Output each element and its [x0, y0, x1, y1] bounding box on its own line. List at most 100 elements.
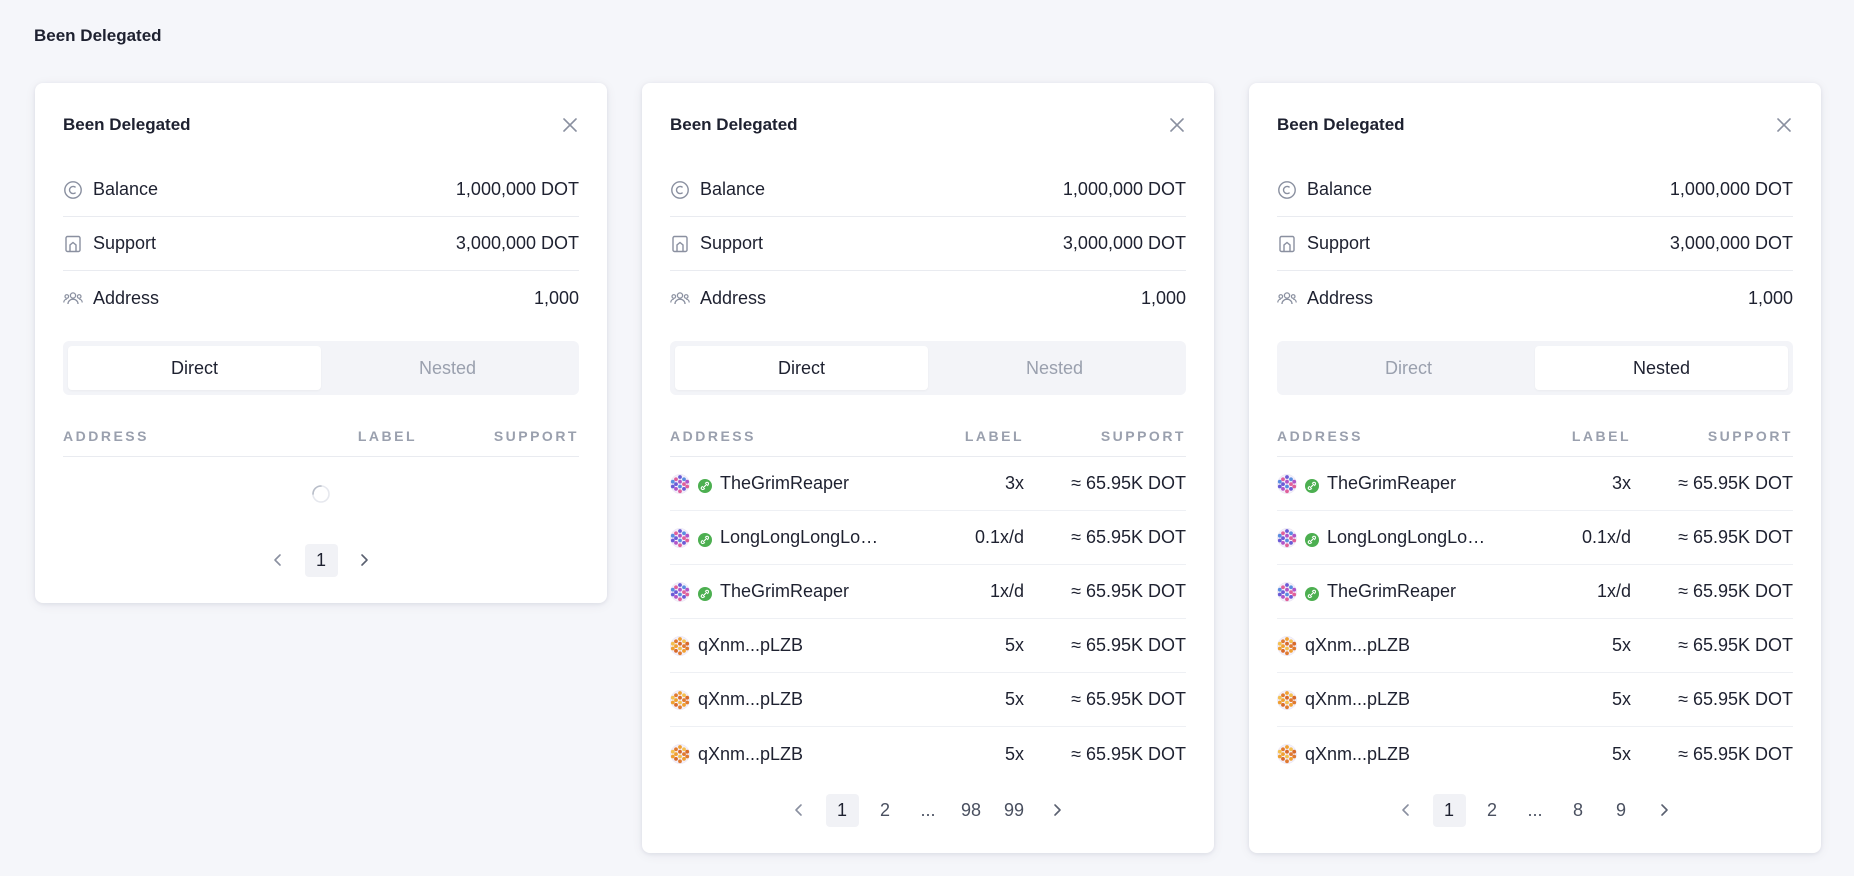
row-support: ≈ 65.95K DOT	[1071, 527, 1186, 547]
row-address[interactable]: TheGrimReaper	[1327, 473, 1456, 494]
delegation-card: Been Delegated Balance 1,000,000 DOT Sup…	[35, 83, 607, 603]
next-page-icon[interactable]	[1041, 794, 1074, 827]
row-support: ≈ 65.95K DOT	[1071, 689, 1186, 709]
stat-label: Support	[93, 233, 157, 253]
row-support: ≈ 65.95K DOT	[1071, 743, 1186, 764]
close-icon[interactable]	[1168, 116, 1186, 134]
tab-direct[interactable]: Direct	[68, 346, 321, 390]
row-address[interactable]: TheGrimReaper	[720, 581, 849, 602]
card-header: Been Delegated	[670, 83, 1186, 163]
table-row[interactable]: LongLongLongLongL... 0.1x/d ≈ 65.95K DOT	[1277, 511, 1793, 565]
stat-row-address: Address 1,000	[670, 271, 1186, 325]
table-row[interactable]: TheGrimReaper 3x ≈ 65.95K DOT	[670, 457, 1186, 511]
bookmark-icon	[63, 234, 83, 254]
row-support: ≈ 65.95K DOT	[1071, 581, 1186, 601]
page-button[interactable]: 2	[869, 794, 902, 827]
column-support-header: SUPPORT	[493, 427, 579, 444]
page-button[interactable]: 8	[1562, 794, 1595, 827]
prev-page-icon[interactable]	[783, 794, 816, 827]
row-address[interactable]: LongLongLongLongL...	[720, 527, 884, 548]
stat-label: Balance	[700, 179, 766, 199]
next-page-icon[interactable]	[1648, 794, 1681, 827]
row-address[interactable]: LongLongLongLongL...	[1327, 527, 1491, 548]
verified-link-icon	[698, 477, 712, 493]
identicon-avatar	[1277, 689, 1297, 710]
row-address[interactable]: qXnm...pLZB	[698, 635, 803, 656]
row-label: 0.1x/d	[974, 527, 1024, 547]
tab-direct[interactable]: Direct	[1282, 346, 1535, 390]
tab-direct[interactable]: Direct	[675, 346, 928, 390]
row-label: 5x	[1004, 689, 1024, 709]
close-icon[interactable]	[1775, 116, 1793, 134]
stat-label: Support	[700, 233, 764, 253]
identicon-avatar	[1277, 744, 1297, 764]
identicon-avatar	[1277, 635, 1297, 656]
stat-label: Address	[93, 287, 160, 308]
tab-switcher: Direct Nested	[670, 341, 1186, 395]
row-address[interactable]: qXnm...pLZB	[1305, 689, 1410, 710]
column-support-header: SUPPORT	[1100, 427, 1186, 444]
page-button[interactable]: 98	[955, 794, 988, 827]
coin-icon	[670, 180, 690, 200]
table-row[interactable]: qXnm...pLZB 5x ≈ 65.95K DOT	[670, 619, 1186, 673]
coin-icon	[63, 180, 83, 200]
bookmark-icon	[670, 234, 690, 254]
stat-label: Support	[1307, 233, 1371, 253]
verified-link-icon	[698, 531, 712, 547]
stat-value: 1,000,000 DOT	[1669, 179, 1793, 199]
table-row[interactable]: LongLongLongLongL... 0.1x/d ≈ 65.95K DOT	[670, 511, 1186, 565]
table-row[interactable]: qXnm...pLZB 5x ≈ 65.95K DOT	[670, 727, 1186, 781]
row-label: 5x	[1611, 689, 1631, 709]
page-button[interactable]: 1	[825, 793, 859, 827]
tab-switcher: Direct Nested	[1277, 341, 1793, 395]
pagination: 1	[63, 531, 579, 603]
column-label-header: LABEL	[964, 427, 1024, 444]
row-address[interactable]: qXnm...pLZB	[1305, 635, 1410, 656]
page-button[interactable]: 9	[1605, 794, 1638, 827]
row-address[interactable]: qXnm...pLZB	[1305, 744, 1410, 765]
row-address[interactable]: qXnm...pLZB	[698, 689, 803, 710]
prev-page-icon[interactable]	[1390, 794, 1423, 827]
card-header: Been Delegated	[1277, 83, 1793, 163]
users-icon	[670, 288, 690, 308]
row-address[interactable]: qXnm...pLZB	[698, 744, 803, 765]
stat-row-address: Address 1,000	[63, 271, 579, 325]
stat-label: Balance	[93, 179, 159, 199]
table-row[interactable]: qXnm...pLZB 5x ≈ 65.95K DOT	[670, 673, 1186, 727]
stat-value: 3,000,000 DOT	[455, 233, 579, 253]
table-row[interactable]: qXnm...pLZB 5x ≈ 65.95K DOT	[1277, 619, 1793, 673]
column-support-header: SUPPORT	[1707, 427, 1793, 444]
row-support: ≈ 65.95K DOT	[1678, 743, 1793, 764]
table-row[interactable]: qXnm...pLZB 5x ≈ 65.95K DOT	[1277, 673, 1793, 727]
users-icon	[1277, 288, 1297, 308]
next-page-icon[interactable]	[348, 544, 381, 577]
page-button[interactable]: 2	[1476, 794, 1509, 827]
page-button[interactable]: 1	[304, 543, 338, 577]
verified-link-icon	[1305, 477, 1319, 493]
page-button[interactable]: 1	[1432, 793, 1466, 827]
tab-nested[interactable]: Nested	[1535, 346, 1788, 390]
tab-nested[interactable]: Nested	[321, 346, 574, 390]
table-row[interactable]: TheGrimReaper 1x/d ≈ 65.95K DOT	[1277, 565, 1793, 619]
row-address[interactable]: TheGrimReaper	[1327, 581, 1456, 602]
identicon-avatar	[670, 527, 690, 548]
row-support: ≈ 65.95K DOT	[1678, 527, 1793, 547]
tab-nested[interactable]: Nested	[928, 346, 1181, 390]
stat-label: Balance	[1307, 179, 1373, 199]
close-icon[interactable]	[561, 116, 579, 134]
stat-value: 1,000	[1747, 287, 1793, 308]
row-label: 5x	[1611, 743, 1631, 764]
table-row[interactable]: qXnm...pLZB 5x ≈ 65.95K DOT	[1277, 727, 1793, 781]
page-button[interactable]: 99	[998, 794, 1031, 827]
row-address[interactable]: TheGrimReaper	[720, 473, 849, 494]
table-row[interactable]: TheGrimReaper 3x ≈ 65.95K DOT	[1277, 457, 1793, 511]
stat-row-address: Address 1,000	[1277, 271, 1793, 325]
identicon-avatar	[1277, 581, 1297, 602]
verified-link-icon	[1305, 531, 1319, 547]
verified-link-icon	[698, 585, 712, 601]
row-label: 0.1x/d	[1581, 527, 1631, 547]
identicon-avatar	[670, 744, 690, 764]
prev-page-icon[interactable]	[262, 544, 295, 577]
table-row[interactable]: TheGrimReaper 1x/d ≈ 65.95K DOT	[670, 565, 1186, 619]
stat-row-support: Support 3,000,000 DOT	[1277, 217, 1793, 271]
